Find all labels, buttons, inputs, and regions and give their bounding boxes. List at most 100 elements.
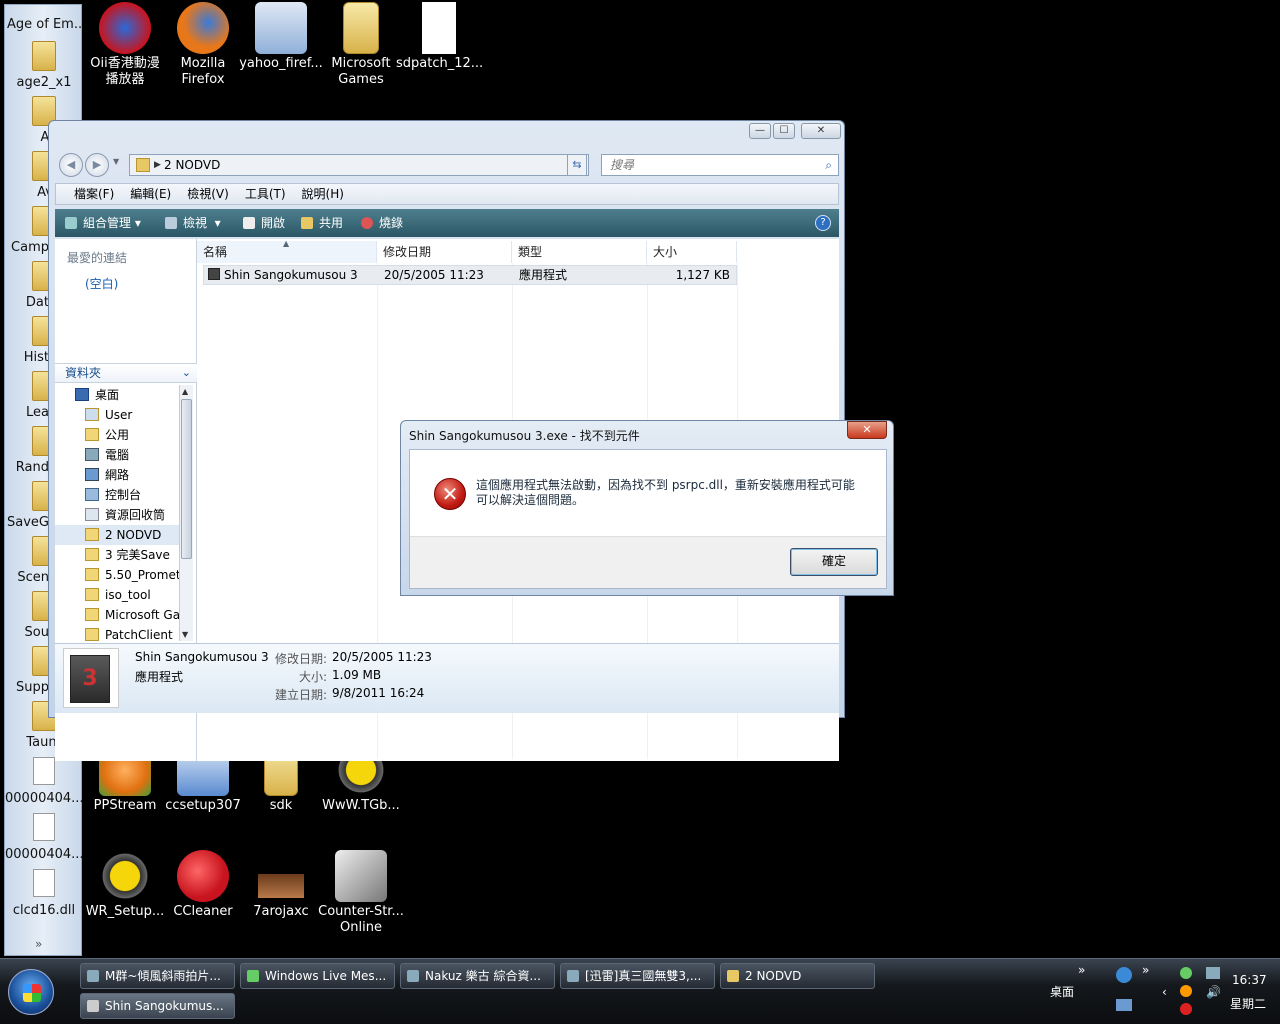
counterstrike-icon bbox=[335, 850, 387, 902]
tree-item-patchclient[interactable]: PatchClient bbox=[55, 625, 179, 641]
ccleaner-icon bbox=[177, 850, 229, 902]
close-button[interactable]: ✕ bbox=[801, 123, 841, 139]
dialog-footer: 確定 bbox=[410, 536, 886, 588]
taskbar-button-m-group[interactable]: M群~傾風斜雨拍片... bbox=[80, 963, 235, 989]
open-button[interactable]: 開啟 bbox=[243, 209, 285, 237]
search-input[interactable]: 搜尋 ⌕ bbox=[601, 154, 839, 176]
column-type[interactable]: 類型 bbox=[512, 241, 647, 263]
minimize-button[interactable]: — bbox=[749, 123, 771, 139]
tray-expand-icon[interactable]: ‹ bbox=[1162, 985, 1167, 999]
tree-item-desktop[interactable]: 桌面 bbox=[55, 385, 179, 405]
scrollbar-thumb[interactable] bbox=[181, 399, 192, 559]
desktop-icon-ccleaner[interactable]: CCleaner bbox=[160, 850, 246, 920]
desktop-icon-7arojaxc[interactable]: 7arojaxc bbox=[238, 850, 324, 920]
tree-item-computer[interactable]: 電腦 bbox=[55, 445, 179, 465]
error-icon: ✕ bbox=[434, 478, 466, 510]
tree-item-control-panel[interactable]: 控制台 bbox=[55, 485, 179, 505]
ie-icon[interactable] bbox=[1116, 967, 1132, 983]
burn-button[interactable]: 燒錄 bbox=[361, 209, 403, 237]
sidebar-item[interactable]: clcd16.dll bbox=[5, 869, 83, 925]
open-icon bbox=[243, 217, 255, 229]
maximize-button[interactable]: ☐ bbox=[773, 123, 795, 139]
dialog-close-button[interactable]: ✕ bbox=[847, 421, 887, 439]
menu-tools[interactable]: 工具(T) bbox=[237, 184, 294, 204]
ppstream-tray-icon[interactable] bbox=[1180, 985, 1192, 997]
forward-button[interactable]: ▶ bbox=[85, 153, 109, 177]
desktop-icon bbox=[75, 388, 89, 401]
recycle-bin-icon bbox=[85, 508, 99, 521]
sidebar-item[interactable]: 00000404... bbox=[5, 757, 83, 813]
organize-button[interactable]: 組合管理 ▾ bbox=[65, 209, 141, 237]
installer-icon bbox=[255, 2, 307, 54]
column-size[interactable]: 大小 bbox=[647, 241, 737, 263]
file-type: 應用程式 bbox=[519, 268, 568, 282]
file-row[interactable]: Shin Sangokumusou 3 20/5/2005 11:23 應用程式… bbox=[203, 265, 737, 285]
sidebar-item[interactable]: 00000404... bbox=[5, 813, 83, 869]
start-button[interactable] bbox=[8, 969, 54, 1015]
file-name: Shin Sangokumusou 3 bbox=[224, 268, 358, 282]
tree-item-user[interactable]: User bbox=[55, 405, 179, 425]
show-desktop-icon[interactable] bbox=[1116, 999, 1132, 1011]
sidebar-item[interactable]: age2_x1 bbox=[5, 41, 83, 97]
recent-pages-dropdown-icon[interactable]: ▼ bbox=[113, 157, 119, 166]
clock-day[interactable]: 星期二 bbox=[1230, 995, 1266, 1012]
desktop-icon-firefox[interactable]: Mozilla Firefox bbox=[160, 2, 246, 88]
messenger-tray-icon[interactable] bbox=[1180, 967, 1192, 979]
clock-time[interactable]: 16:37 bbox=[1232, 973, 1267, 987]
folder-icon bbox=[85, 588, 99, 601]
column-modified[interactable]: 修改日期 bbox=[377, 241, 512, 263]
desktop-icon-sdpatch[interactable]: sdpatch_12... bbox=[396, 2, 483, 72]
scroll-down-icon[interactable]: ▼ bbox=[182, 630, 188, 639]
chevron-down-icon[interactable]: ⌄ bbox=[182, 364, 191, 382]
folders-header[interactable]: 資料夾 ⌄ bbox=[55, 363, 197, 383]
folder-icon bbox=[85, 608, 99, 621]
tree-item-recycle-bin[interactable]: 資源回收筒 bbox=[55, 505, 179, 525]
help-icon[interactable]: ? bbox=[815, 215, 831, 231]
views-button[interactable]: 檢視 ▾ bbox=[165, 209, 221, 237]
search-icon[interactable]: ⌕ bbox=[825, 155, 832, 175]
refresh-button[interactable]: ⇆ bbox=[567, 154, 587, 176]
volume-icon[interactable]: 🔊 bbox=[1206, 985, 1221, 999]
menu-file[interactable]: 檔案(F) bbox=[66, 184, 122, 204]
scroll-up-icon[interactable]: ▲ bbox=[182, 387, 188, 396]
ok-button[interactable]: 確定 bbox=[790, 548, 878, 576]
toolbar-chevron[interactable]: » bbox=[1078, 963, 1085, 977]
taskbar-button-live-messenger[interactable]: Windows Live Mes... bbox=[240, 963, 395, 989]
desktop-icon-oii-player[interactable]: Oii香港動漫 播放器 bbox=[82, 2, 168, 88]
address-bar[interactable]: ▶ 2 NODVD ▼ bbox=[129, 154, 589, 176]
tree-item-iso-tool[interactable]: iso_tool bbox=[55, 585, 179, 605]
menu-view[interactable]: 檢視(V) bbox=[179, 184, 237, 204]
menu-edit[interactable]: 編輯(E) bbox=[122, 184, 179, 204]
taskbar-button-nakuz[interactable]: Nakuz 樂古 綜合資... bbox=[400, 963, 555, 989]
tree-item-microsoft-games[interactable]: Microsoft Ga bbox=[55, 605, 179, 625]
messenger-icon bbox=[247, 970, 259, 982]
crosshair-icon bbox=[99, 850, 151, 902]
network-tray-icon[interactable] bbox=[1206, 967, 1220, 979]
quicklaunch-chevron[interactable]: » bbox=[1142, 963, 1149, 977]
menu-help[interactable]: 說明(H) bbox=[294, 184, 352, 204]
share-button[interactable]: 共用 bbox=[301, 209, 343, 237]
back-button[interactable]: ◀ bbox=[59, 153, 83, 177]
desktop-icon-yahoo-firefox[interactable]: yahoo_firef... bbox=[238, 2, 324, 72]
tree-item-network[interactable]: 網路 bbox=[55, 465, 179, 485]
tree-item-550-promet[interactable]: 5.50_Promet bbox=[55, 565, 179, 585]
breadcrumb-arrow-icon[interactable]: ▶ bbox=[154, 155, 161, 175]
taskbar-button-xunlei[interactable]: [迅雷]真三國無雙3,... bbox=[560, 963, 715, 989]
qq-tray-icon[interactable] bbox=[1180, 1003, 1192, 1015]
tree-item-public[interactable]: 公用 bbox=[55, 425, 179, 445]
folder-tree: 桌面 User 公用 電腦 網路 控制台 資源回收筒 2 NODVD 3 完美S… bbox=[55, 385, 179, 641]
sidebar-more-chevron[interactable]: » bbox=[35, 937, 42, 951]
image-icon bbox=[258, 874, 304, 898]
taskbar-button-2-nodvd[interactable]: 2 NODVD bbox=[720, 963, 875, 989]
desktop-icon-counter-strike[interactable]: Counter-Str... Online bbox=[318, 850, 404, 936]
tree-item-3-save[interactable]: 3 完美Save bbox=[55, 545, 179, 565]
tree-scrollbar[interactable]: ▲ ▼ bbox=[179, 385, 193, 641]
taskbar-button-shin-sangokumusou[interactable]: Shin Sangokumus... bbox=[80, 993, 235, 1019]
desktop-icon-wr-setup[interactable]: WR_Setup... bbox=[82, 850, 168, 920]
tree-item-2-nodvd[interactable]: 2 NODVD bbox=[55, 525, 179, 545]
error-dialog: Shin Sangokumusou 3.exe - 找不到元件 ✕ ✕ 這個應用… bbox=[400, 420, 894, 596]
folder-icon bbox=[85, 628, 99, 641]
taskbar: M群~傾風斜雨拍片... Windows Live Mes... Nakuz 樂… bbox=[0, 958, 1280, 1024]
desktop-icon-microsoft-games[interactable]: Microsoft Games bbox=[318, 2, 404, 88]
desktop-toolbar-label[interactable]: 桌面 bbox=[1050, 983, 1074, 1000]
